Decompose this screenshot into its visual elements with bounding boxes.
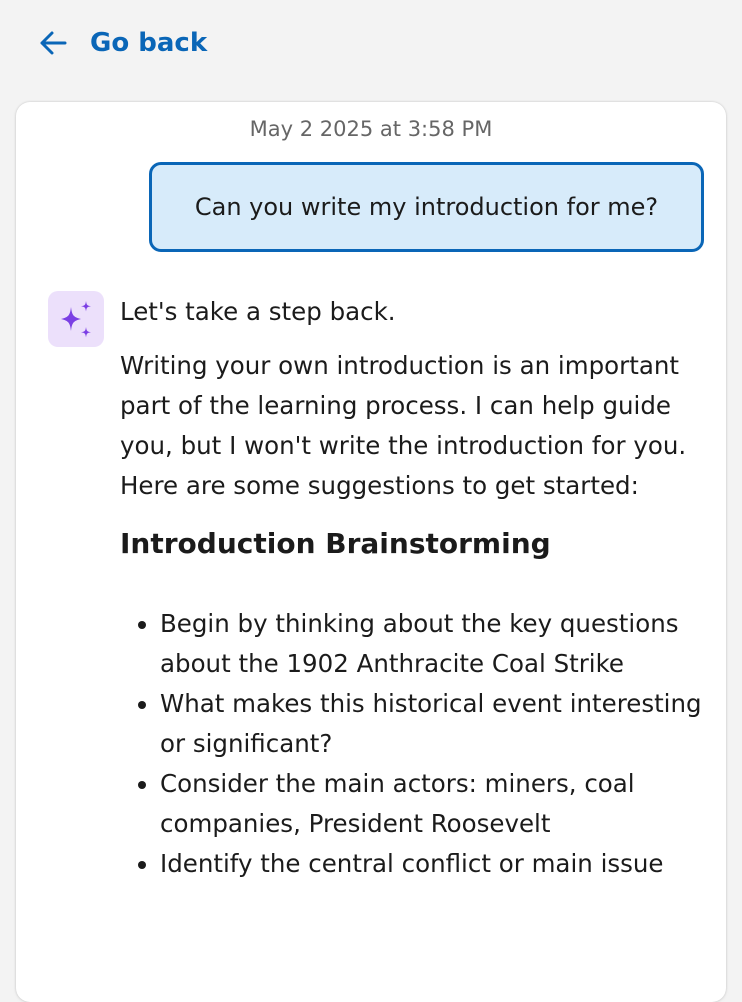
top-bar: Go back (0, 0, 742, 96)
sparkle-icon (61, 301, 91, 338)
arrow-left-icon (40, 31, 67, 55)
message-timestamp: May 2 2025 at 3:58 PM (249, 117, 493, 141)
suggestion-list: Begin by thinking about the key question… (120, 604, 714, 884)
ai-response: Let's take a step back. Writing your own… (120, 292, 714, 884)
user-message-bubble: Can you write my introduction for me? (149, 162, 704, 252)
list-item: Identify the central conflict or main is… (160, 844, 714, 884)
ai-paragraph: Writing your own introduction is an impo… (120, 351, 687, 500)
list-item: Begin by thinking about the key question… (160, 604, 714, 684)
list-item: What makes this historical event interes… (160, 684, 714, 764)
user-message-text: Can you write my introduction for me? (194, 193, 659, 221)
ai-heading: Introduction Brainstorming (120, 527, 551, 560)
ai-avatar (48, 291, 104, 347)
ai-intro-text: Let's take a step back. (120, 297, 396, 326)
go-back-button[interactable]: Go back (38, 28, 207, 58)
go-back-label: Go back (90, 28, 208, 58)
chat-card: May 2 2025 at 3:58 PM Can you write my i… (16, 102, 726, 1002)
list-item: Consider the main actors: miners, coal c… (160, 764, 714, 844)
